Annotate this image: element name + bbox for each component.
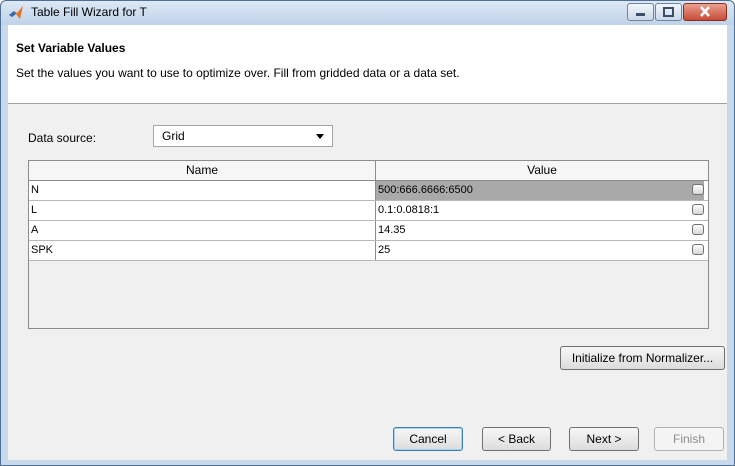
value-cell[interactable]: 500:666.6666:6500 xyxy=(376,181,704,200)
column-header-value[interactable]: Value xyxy=(376,161,708,180)
close-button[interactable] xyxy=(683,3,727,21)
chevron-down-icon[interactable] xyxy=(316,134,324,139)
back-button[interactable]: < Back xyxy=(482,427,551,451)
wizard-header: Set Variable Values Set the values you w… xyxy=(8,25,727,104)
matlab-logo-icon xyxy=(9,6,23,19)
value-cell[interactable]: 0.1:0.0818:1 xyxy=(376,201,704,220)
name-cell[interactable]: N xyxy=(29,181,376,200)
page-description: Set the values you want to use to optimi… xyxy=(16,66,460,80)
maximize-button[interactable] xyxy=(655,3,682,21)
table-row[interactable]: L 0.1:0.0818:1 xyxy=(29,201,708,221)
minimize-icon xyxy=(636,13,645,16)
minimize-button[interactable] xyxy=(627,3,654,21)
table-row[interactable]: N 500:666.6666:6500 xyxy=(29,181,708,201)
wizard-window: Table Fill Wizard for T Set Variable Val… xyxy=(0,0,735,466)
initialize-from-normalizer-button[interactable]: Initialize from Normalizer... xyxy=(560,346,725,370)
name-cell[interactable]: A xyxy=(29,221,376,240)
table-row[interactable]: SPK 25 xyxy=(29,241,708,261)
window-title: Table Fill Wizard for T xyxy=(31,5,147,19)
name-cell[interactable]: SPK xyxy=(29,241,376,260)
edit-cell-icon[interactable] xyxy=(692,204,704,215)
edit-cell-icon[interactable] xyxy=(692,184,704,195)
wizard-body: Set Variable Values Set the values you w… xyxy=(8,25,727,460)
cancel-button[interactable]: Cancel xyxy=(393,427,463,451)
variable-values-table[interactable]: Name Value N 500:666.6666:6500 L 0.1:0.0… xyxy=(28,160,709,329)
page-title: Set Variable Values xyxy=(16,41,126,55)
maximize-icon xyxy=(663,7,674,17)
close-icon xyxy=(700,6,710,17)
data-source-select[interactable]: Grid xyxy=(153,125,333,147)
edit-cell-icon[interactable] xyxy=(692,224,704,235)
next-button[interactable]: Next > xyxy=(569,427,639,451)
edit-cell-icon[interactable] xyxy=(692,244,704,255)
finish-button[interactable]: Finish xyxy=(654,427,724,451)
column-header-name[interactable]: Name xyxy=(29,161,376,180)
value-cell[interactable]: 25 xyxy=(376,241,704,260)
data-source-value: Grid xyxy=(162,129,185,143)
title-bar[interactable]: Table Fill Wizard for T xyxy=(1,1,734,25)
data-source-label: Data source: xyxy=(28,131,97,145)
value-cell[interactable]: 14.35 xyxy=(376,221,704,240)
table-row[interactable]: A 14.35 xyxy=(29,221,708,241)
table-header: Name Value xyxy=(29,161,708,181)
name-cell[interactable]: L xyxy=(29,201,376,220)
